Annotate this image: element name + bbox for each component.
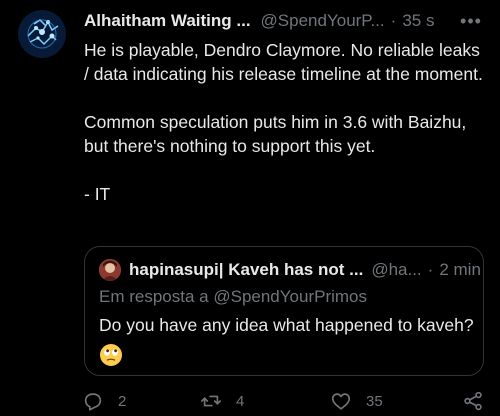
more-icon: ••• [460,10,482,31]
author-name[interactable]: Alhaitham Waiting ... [84,11,251,31]
author-handle[interactable]: @SpendYourP... [261,11,385,31]
author-avatar[interactable] [18,10,66,58]
quoted-author-handle[interactable]: @ha... [371,260,421,280]
tweet-header: Alhaitham Waiting ... @SpendYourP... · 3… [84,10,484,32]
reply-icon [84,393,102,411]
reply-prefix: Em resposta a [99,287,209,306]
like-button[interactable]: 35 [330,388,383,414]
quoted-author-name[interactable]: hapinasupi| Kaveh has not ... [129,260,363,280]
tweet-paragraph: He is playable, Dendro Claymore. No reli… [84,40,483,84]
quoted-tweet[interactable]: hapinasupi| Kaveh has not ... @ha... · 2… [84,246,484,376]
rolling-eyes-emoji [100,344,122,366]
reply-mention-link[interactable]: @SpendYourPrimos [213,287,367,306]
separator-dot: · [427,260,434,279]
avatar-icon [99,259,121,281]
retweet-count: 4 [236,392,245,410]
reply-button[interactable]: 2 [82,388,126,414]
share-button[interactable] [462,388,484,414]
tweet-timestamp[interactable]: 35 s [402,11,434,31]
like-icon [331,393,351,410]
tweet-paragraph: - IT [84,184,111,204]
more-button[interactable]: ••• [456,10,486,32]
retweet-icon [201,395,221,407]
like-count: 35 [366,392,383,410]
tweet-actions: 2 4 35 [80,388,490,414]
tweet: Alhaitham Waiting ... @SpendYourP... · 3… [0,0,500,416]
tweet-text: He is playable, Dendro Claymore. No reli… [84,38,484,206]
quoted-text: Do you have any idea what happened to ka… [99,315,474,335]
quoted-header: hapinasupi| Kaveh has not ... @ha... · 2… [129,259,481,281]
share-icon [464,391,482,411]
quoted-timestamp[interactable]: 2 min [439,260,481,280]
quoted-author-avatar[interactable] [99,259,121,281]
reply-count: 2 [118,392,127,410]
tweet-paragraph: Common speculation puts him in 3.6 with … [84,112,467,156]
separator-dot: · [390,11,397,30]
retweet-button[interactable]: 4 [200,388,244,414]
reply-context: Em resposta a @SpendYourPrimos [99,287,367,307]
avatar-icon [18,10,66,58]
